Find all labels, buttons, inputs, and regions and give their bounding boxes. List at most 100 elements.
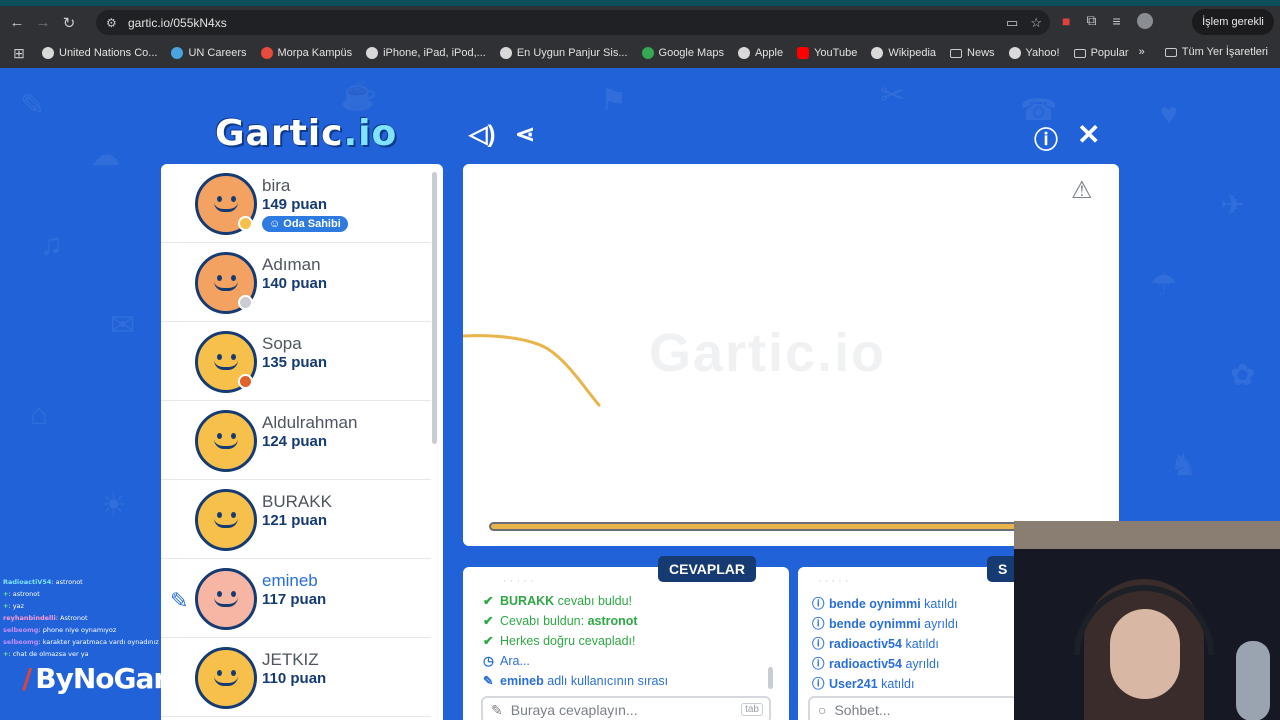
answers-panel: · · · · · ✔ BURAKK cevabı buldu! ✔ Cevabı … [463, 567, 789, 720]
bookmark-3[interactable]: iPhone, iPad, iPod,... [366, 47, 486, 59]
player-name: emineb [262, 571, 318, 590]
player-row[interactable]: JETKIZ 110 puan [161, 638, 431, 717]
player-avatar [195, 647, 257, 709]
player-score: 124 puan [262, 433, 328, 450]
pending-action-button[interactable]: İşlem gerekli [1192, 9, 1274, 35]
stream-chat-line: +: astronot [3, 590, 40, 598]
player-avatar [195, 568, 257, 630]
status-dot [238, 374, 253, 389]
player-row[interactable]: emineb 117 puan [161, 559, 431, 638]
player-avatar [195, 489, 257, 551]
address-bar[interactable]: ⚙ gartic.io/055kN4xs ▭ ☆ [96, 10, 1050, 35]
chat-bubble-icon: ○ [818, 702, 827, 718]
webcam-overlay [1014, 521, 1280, 720]
chat-log-line: ⓘ radioactiv54 katıldı [812, 637, 939, 651]
player-avatar [195, 410, 257, 472]
player-score: 135 puan [262, 354, 328, 371]
drawing-canvas[interactable]: Gartic.io ⚠ [463, 164, 1119, 546]
bookmark-2[interactable]: Morpa Kampüs [260, 47, 352, 59]
sound-icon[interactable]: ◁) [469, 120, 495, 149]
stream-chat-line: selbeomg: phone niye oynamıyoz [3, 626, 117, 634]
chat-log-line: ⓘ bende oynimmi katıldı [812, 597, 958, 611]
bookmarks-bar: ⊞ United Nations Co... UN Careers Morpa … [0, 41, 1280, 65]
chat-panel: · · · · · ⓘ bende oynimmi katıldı ⓘ bende … [798, 567, 1018, 720]
player-row[interactable]: bira 149 puan ☺ Oda Sahibi [161, 164, 431, 243]
apps-grid-icon[interactable]: ⊞ [4, 45, 34, 62]
tab-answers[interactable]: CEVAPLAR [658, 556, 756, 582]
answers-scrollbar[interactable] [768, 667, 773, 689]
close-icon[interactable]: ✕ [1077, 118, 1100, 151]
more-bookmarks-icon[interactable]: » [1139, 46, 1145, 58]
url-text: gartic.io/055kN4xs [128, 15, 227, 30]
forward-icon[interactable]: → [30, 10, 56, 36]
bookmark-7[interactable]: YouTube [797, 47, 857, 59]
all-bookmarks-folder[interactable]: Tüm Yer İşaretleri [1164, 46, 1268, 58]
browser-chrome: ← → ↻ ⚙ gartic.io/055kN4xs ▭ ☆ ■ ⧉ ≡ İşl… [0, 0, 1280, 68]
player-name: Aldulrahman [262, 413, 358, 432]
bookmark-1[interactable]: UN Careers [171, 47, 247, 59]
answer-log-line: ✔ BURAKK cevabı buldu! [483, 594, 633, 608]
stream-chat-line: +: chat de olmazsa ver ya [3, 650, 89, 658]
bookmark-10[interactable]: Yahoo! [1008, 47, 1060, 59]
player-name: Adıman [262, 255, 321, 274]
bookmark-8[interactable]: Wikipedia [871, 47, 936, 59]
player-score: 149 puan [262, 196, 328, 213]
bookmark-6[interactable]: Apple [737, 47, 783, 59]
bookmark-4[interactable]: En Uygun Panjur Sis... [499, 47, 628, 59]
room-owner-badge: ☺ Oda Sahibi [262, 216, 348, 232]
browser-toolbar: ← → ↻ ⚙ gartic.io/055kN4xs ▭ ☆ ■ ⧉ ≡ İşl… [0, 6, 1280, 39]
chat-log-line: ⓘ bende oynimmi ayrıldı [812, 617, 959, 631]
reload-icon[interactable]: ↻ [56, 10, 82, 36]
media-queue-icon[interactable]: ≡ [1112, 13, 1120, 29]
status-dot [238, 295, 253, 310]
player-name: Sopa [262, 334, 302, 353]
stream-chat-line: selbeomg: karakter yaratmaca vardı oynad… [3, 638, 169, 646]
install-app-icon[interactable]: ▭ [1006, 15, 1018, 31]
status-dot [238, 216, 253, 231]
player-score: 121 puan [262, 512, 328, 529]
answer-input[interactable]: ✎ Buraya cevaplayın... tab [481, 696, 771, 720]
answer-log-line: ✔ Cevabı buldun: astronot [483, 614, 638, 628]
players-scrollbar[interactable] [432, 172, 437, 444]
report-warning-icon[interactable]: ⚠ [1071, 176, 1093, 205]
player-score: 117 puan [262, 591, 327, 608]
stream-brand-logo: / ByNoGar [22, 662, 167, 695]
player-name: JETKIZ [262, 650, 319, 669]
bookmark-star-icon[interactable]: ☆ [1030, 15, 1042, 31]
pencil-icon: ✎ [491, 701, 503, 718]
drawing-pencil-icon: ✎ [170, 588, 189, 613]
profile-avatar[interactable] [1136, 12, 1153, 29]
log-line-faded: · · · · · [818, 575, 849, 587]
share-icon[interactable]: ⋖ [515, 120, 535, 149]
gartic-logo: Gartic.io [215, 113, 398, 154]
bookmark-folder-popular[interactable]: Popular [1073, 47, 1129, 59]
bookmark-folder-news[interactable]: News [950, 47, 995, 59]
info-icon[interactable]: ⓘ [1034, 120, 1058, 155]
site-info-icon[interactable]: ⚙ [106, 16, 124, 30]
player-row[interactable]: Aldulrahman 124 puan [161, 401, 431, 480]
stream-chat-line: +: yaz [3, 602, 24, 610]
answer-log-line: ◷ Ara... [483, 654, 530, 668]
answer-log-line: ✔ Herkes doğru cevapladı! [483, 634, 636, 648]
player-score: 110 puan [262, 670, 327, 687]
player-row[interactable]: BURAKK 121 puan [161, 480, 431, 559]
chat-input[interactable]: ○ Sohbet... [808, 696, 1018, 720]
log-line-faded: · · · · · [503, 575, 534, 587]
player-name: BURAKK [262, 492, 332, 511]
chat-log-line: ⓘ radioactiv54 ayrıldı [812, 657, 940, 671]
drawing-stroke [463, 334, 601, 407]
player-name: bira [262, 176, 291, 195]
extensions-icon[interactable]: ⧉ [1086, 12, 1096, 29]
bookmark-0[interactable]: United Nations Co... [42, 47, 157, 59]
answer-log-line: ✎ emineb adlı kullanıcının sırası [483, 674, 669, 688]
stream-chat-overlay: RadioactiV54: astronot +: astronot +: ya… [3, 576, 169, 660]
extension-badge-icon[interactable]: ■ [1062, 13, 1070, 29]
bookmark-5[interactable]: Google Maps [641, 47, 724, 59]
player-row[interactable]: Adıman 140 puan [161, 243, 431, 322]
back-icon[interactable]: ← [4, 10, 30, 36]
player-score: 140 puan [262, 275, 328, 292]
player-row[interactable]: Sopa 135 puan [161, 322, 431, 401]
stream-chat-line: RadioactiV54: astronot [3, 578, 83, 586]
tab-key-hint: tab [741, 703, 763, 716]
stream-chat-line: reyhanbindelli: Astronot [3, 614, 88, 622]
